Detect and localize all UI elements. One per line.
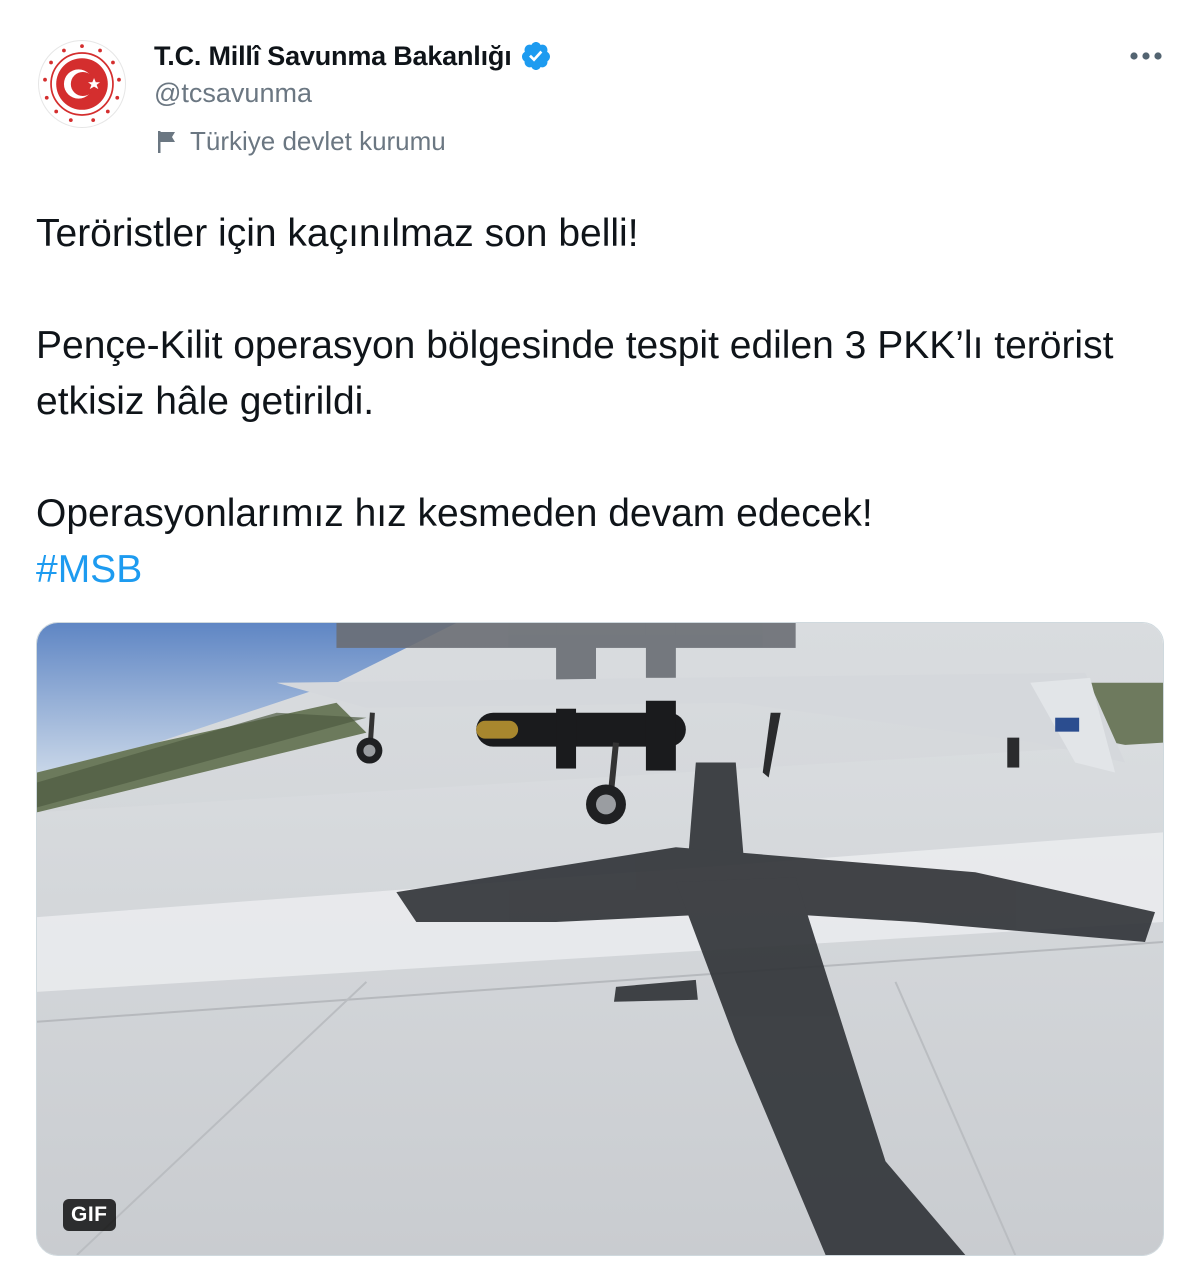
tweet-card: T.C. Millî Savunma Bakanlığı @tcsavunma … [0, 0, 1200, 1284]
author-handle[interactable]: @tcsavunma [154, 78, 312, 109]
verified-badge-icon [521, 42, 550, 70]
author-display-name[interactable]: T.C. Millî Savunma Bakanlığı [154, 41, 512, 72]
ministry-emblem-icon [39, 41, 125, 127]
drone-runway-image [37, 623, 1163, 1255]
tweet-line-3: Operasyonlarımız hız kesmeden devam edec… [36, 492, 873, 535]
tweet-line-2: Pençe-Kilit operasyon bölgesinde tespit … [36, 324, 1114, 423]
government-label: Türkiye devlet kurumu [156, 126, 446, 157]
more-options-icon [1130, 52, 1162, 60]
tweet-media-gif[interactable]: GIF [36, 622, 1164, 1256]
hashtag-link[interactable]: #MSB [36, 548, 142, 591]
tweet-text: Teröristler için kaçınılmaz son belli! P… [36, 206, 1176, 598]
more-options-button[interactable] [1126, 38, 1166, 74]
flag-icon [158, 130, 175, 153]
tweet-line-1: Teröristler için kaçınılmaz son belli! [36, 212, 639, 255]
author-name-row: T.C. Millî Savunma Bakanlığı [154, 36, 552, 76]
gif-badge: GIF [63, 1199, 116, 1231]
government-label-text: Türkiye devlet kurumu [190, 126, 446, 156]
author-avatar[interactable] [38, 40, 126, 128]
